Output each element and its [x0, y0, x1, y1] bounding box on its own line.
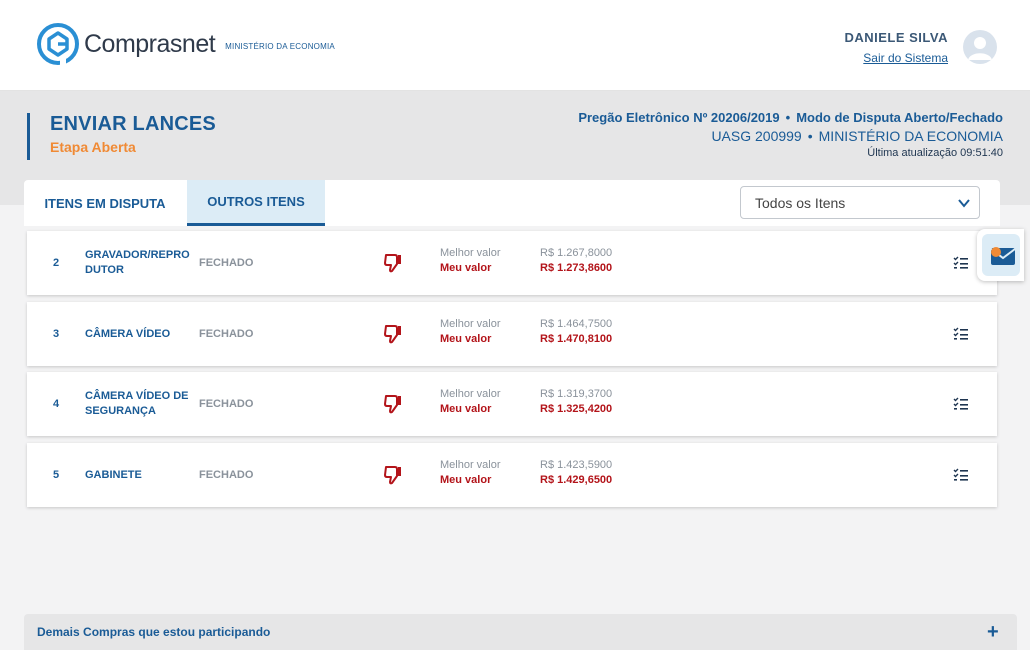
my-value-label: Meu valor	[440, 474, 492, 486]
item-number: 3	[53, 328, 60, 340]
best-value-label: Melhor valor	[440, 318, 501, 330]
checklist-icon[interactable]	[953, 397, 969, 411]
page-title: ENVIAR LANCES	[50, 113, 216, 135]
stage-label: Etapa Aberta	[50, 139, 136, 155]
my-value: R$ 1.429,6500	[540, 474, 613, 486]
best-value: R$ 1.464,7500	[540, 318, 613, 330]
best-value-label: Melhor valor	[440, 459, 501, 471]
other-purchases-accordion[interactable]: Demais Compras que estou participando +	[24, 614, 1017, 650]
item-description: CÂMERA VÍDEO DE SEGURANÇA	[85, 390, 189, 417]
item-number: 5	[53, 469, 60, 481]
item-row[interactable]: 3 CÂMERA VÍDEO FECHADO Melhor valor Meu …	[27, 302, 997, 366]
checklist-icon[interactable]	[953, 256, 969, 270]
items-filter-value: Todos os Itens	[755, 194, 846, 211]
my-value-label: Meu valor	[440, 333, 492, 345]
chevron-down-icon	[958, 199, 970, 208]
thumbs-down-icon	[384, 466, 401, 485]
tab-outros-itens[interactable]: OUTROS ITENS	[187, 180, 325, 226]
item-value-labels: Melhor valor Meu valor	[440, 387, 501, 417]
item-value-labels: Melhor valor Meu valor	[440, 458, 501, 488]
user-avatar-icon	[968, 37, 992, 60]
tabs-bar: ITENS EM DISPUTA OUTROS ITENS Todos os I…	[24, 180, 1000, 226]
best-value: R$ 1.267,8000	[540, 247, 613, 259]
item-status: FECHADO	[199, 398, 254, 410]
item-value-labels: Melhor valor Meu valor	[440, 246, 501, 276]
uasg-info-line: UASG 200999 • MINISTÉRIO DA ECONOMIA	[578, 128, 1003, 144]
item-number: 2	[53, 257, 60, 269]
top-header: Comprasnet MINISTÉRIO DA ECONOMIA DANIEL…	[0, 0, 1030, 91]
thumbs-down-icon	[384, 395, 401, 414]
item-value-labels: Melhor valor Meu valor	[440, 317, 501, 347]
user-block: DANIELE SILVA Sair do Sistema	[844, 30, 948, 65]
my-value: R$ 1.470,8100	[540, 333, 613, 345]
item-values: R$ 1.423,5900 R$ 1.429,6500	[540, 458, 612, 488]
item-row[interactable]: 4 CÂMERA VÍDEO DE SEGURANÇA FECHADO Melh…	[27, 372, 997, 436]
expand-plus-icon[interactable]: +	[987, 622, 1001, 642]
my-value-label: Meu valor	[440, 262, 492, 274]
item-number: 4	[53, 398, 60, 410]
pregao-info-line: Pregão Eletrônico Nº 20206/2019 • Modo de …	[578, 110, 1003, 125]
item-status: FECHADO	[199, 469, 254, 481]
item-description: GRAVADOR/REPRO DUTOR	[85, 249, 190, 276]
my-value: R$ 1.325,4200	[540, 403, 613, 415]
best-value: R$ 1.319,3700	[540, 388, 613, 400]
other-purchases-label: Demais Compras que estou participando	[37, 625, 271, 639]
messages-button[interactable]	[977, 229, 1024, 281]
item-row[interactable]: 2 GRAVADOR/REPRO DUTOR FECHADO Melhor va…	[27, 231, 997, 295]
logo-subtitle: MINISTÉRIO DA ECONOMIA	[225, 41, 335, 51]
comprasnet-logo-icon	[37, 23, 79, 66]
pregao-number: Pregão Eletrônico Nº 20206/2019	[578, 110, 780, 125]
thumbs-down-icon	[384, 325, 401, 344]
best-value-label: Melhor valor	[440, 247, 501, 259]
item-values: R$ 1.319,3700 R$ 1.325,4200	[540, 387, 612, 417]
best-value: R$ 1.423,5900	[540, 459, 613, 471]
separator-dot: •	[807, 128, 813, 144]
logout-link[interactable]: Sair do Sistema	[844, 51, 948, 65]
orgao-name: MINISTÉRIO DA ECONOMIA	[818, 128, 1003, 144]
item-row[interactable]: 5 GABINETE FECHADO Melhor valor Meu valo…	[27, 443, 997, 507]
item-values: R$ 1.267,8000 R$ 1.273,8600	[540, 246, 612, 276]
dispute-mode: Modo de Disputa Aberto/Fechado	[796, 110, 1003, 125]
checklist-icon[interactable]	[953, 468, 969, 482]
page-heading: ENVIAR LANCES Etapa Aberta	[27, 113, 216, 160]
avatar[interactable]	[963, 30, 997, 64]
comprasnet-logo[interactable]: Comprasnet MINISTÉRIO DA ECONOMIA	[36, 22, 335, 66]
my-value: R$ 1.273,8600	[540, 262, 613, 274]
uasg-code: UASG 200999	[711, 128, 802, 144]
tab-itens-em-disputa[interactable]: ITENS EM DISPUTA	[24, 180, 186, 226]
item-status: FECHADO	[199, 328, 254, 340]
mail-icon	[990, 248, 1016, 265]
item-values: R$ 1.464,7500 R$ 1.470,8100	[540, 317, 612, 347]
item-status: FECHADO	[199, 257, 254, 269]
item-description: CÂMERA VÍDEO	[85, 327, 171, 340]
messages-button-inner	[982, 234, 1020, 276]
my-value-label: Meu valor	[440, 403, 492, 415]
thumbs-down-icon	[384, 254, 401, 273]
best-value-label: Melhor valor	[440, 388, 501, 400]
notification-dot	[991, 247, 1001, 257]
pregao-info: Pregão Eletrônico Nº 20206/2019 • Modo de …	[578, 110, 1003, 159]
logo-text: Comprasnet	[84, 29, 216, 58]
checklist-icon[interactable]	[953, 327, 969, 341]
items-filter-select[interactable]: Todos os Itens	[740, 186, 980, 219]
separator-dot: •	[785, 110, 791, 125]
item-description: GABINETE	[85, 468, 142, 481]
user-name: DANIELE SILVA	[844, 30, 948, 45]
last-update: Última atualização 09:51:40	[867, 147, 1003, 159]
